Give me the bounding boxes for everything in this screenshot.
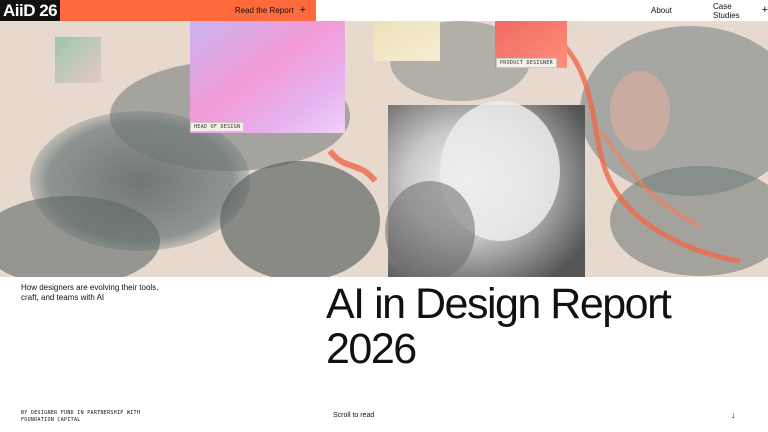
nav-case-studies-label: Case Studies <box>713 1 740 20</box>
plus-icon: + <box>761 3 768 16</box>
title-line-1: AI in Design Report <box>326 280 672 328</box>
tagline: How designers are evolving their tools, … <box>21 283 159 302</box>
hero-collage: HEAD OF DESIGN PRODUCT DESIGNER <box>0 21 768 277</box>
read-report-label: Read the Report <box>234 6 294 15</box>
arrow-down-icon[interactable]: ↓ <box>731 410 736 420</box>
card-label-product-designer: PRODUCT DESIGNER <box>496 58 557 68</box>
logo[interactable]: AiiD 26 <box>0 0 60 21</box>
scroll-to-read-link[interactable]: Scroll to read <box>333 412 374 419</box>
page-title: AI in Design Report 2026 <box>326 280 672 373</box>
card-label-head-of-design: HEAD OF DESIGN <box>190 122 245 132</box>
nav-case-studies-link[interactable]: Case Studies + <box>713 0 768 21</box>
plus-icon: + <box>299 3 306 16</box>
hero-artwork <box>0 21 768 277</box>
credit-text: BY DESIGNER FUND IN PARTNERSHIP WITH FOU… <box>21 410 141 423</box>
read-report-button[interactable]: Read the Report + <box>60 0 316 21</box>
title-line-2: 2026 <box>326 325 417 373</box>
top-bar: AiiD 26 Read the Report + About Case Stu… <box>0 0 768 21</box>
nav-about-link[interactable]: About <box>651 0 672 21</box>
